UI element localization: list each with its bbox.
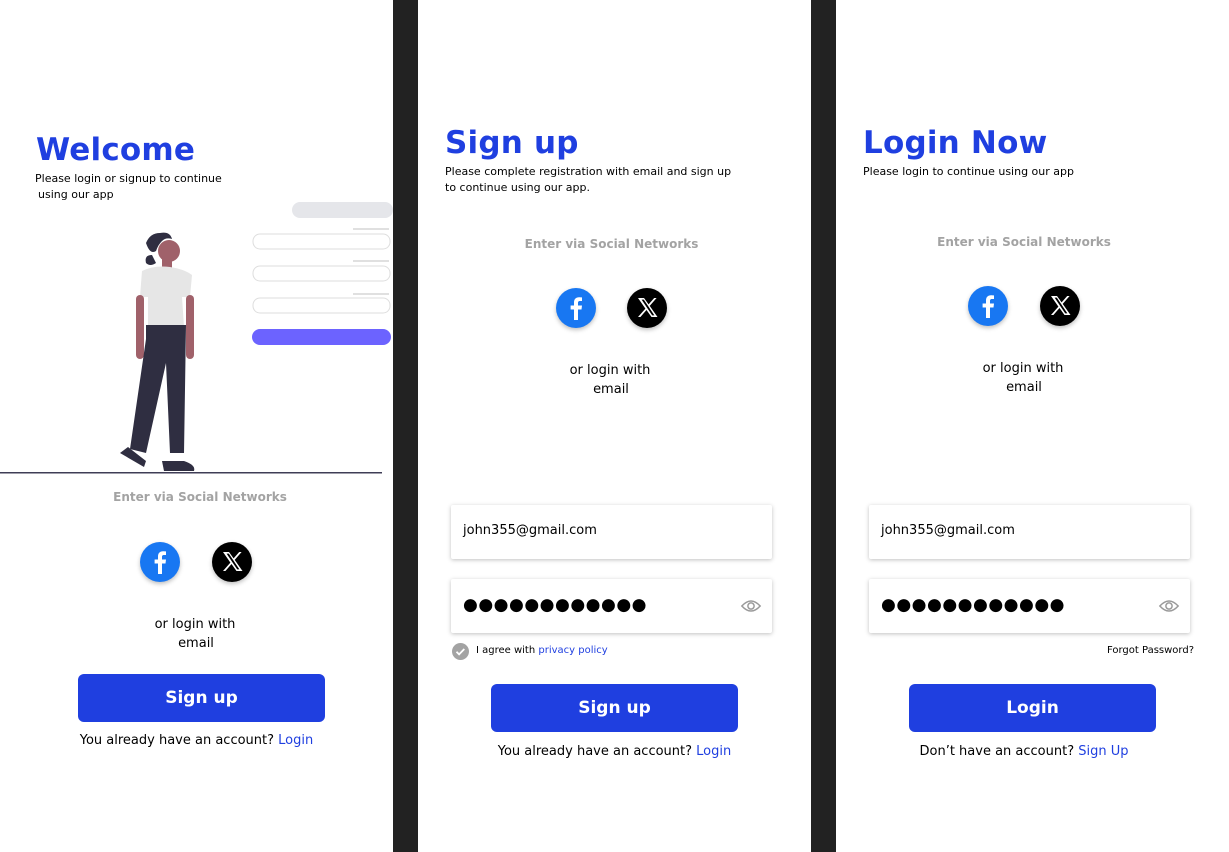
footer-text: Don’t have an account? (919, 744, 1075, 759)
email-field[interactable]: john355@gmail.com (451, 505, 772, 559)
x-login-button[interactable] (627, 288, 667, 328)
login-illustration (0, 202, 393, 474)
password-value: ●●●●●●●●●●●● (881, 595, 1066, 615)
welcome-footer: You already have an account? Login (0, 733, 393, 748)
or-login-with-text: or login with email (560, 361, 660, 399)
welcome-screen: Welcome Please login or signup to contin… (0, 0, 393, 852)
or-login-with-text: or login with email (973, 359, 1073, 397)
login-subtitle: Please login to continue using our app (863, 165, 1074, 178)
facebook-login-button[interactable] (556, 288, 596, 328)
signup-footer: You already have an account? Login (418, 744, 811, 759)
or-line-1: or login with (569, 363, 651, 378)
social-networks-heading: Enter via Social Networks (524, 237, 699, 251)
agree-text: I agree with (476, 645, 536, 656)
footer-text: You already have an account? (497, 744, 693, 759)
facebook-login-button[interactable] (140, 542, 180, 582)
login-link[interactable]: Login (278, 733, 313, 748)
email-value: john355@gmail.com (463, 523, 597, 538)
login-screen: Login Now Please login to continue using… (836, 0, 1229, 852)
x-icon (638, 298, 658, 317)
social-networks-heading: Enter via Social Networks (937, 235, 1111, 249)
footer-text: You already have an account? (79, 733, 275, 748)
check-icon (455, 648, 465, 656)
signup-link[interactable]: Sign Up (1078, 744, 1128, 759)
x-login-button[interactable] (1040, 286, 1080, 326)
password-field[interactable]: ●●●●●●●●●●●● (869, 579, 1190, 633)
x-login-button[interactable] (212, 542, 252, 582)
social-networks-heading: Enter via Social Networks (113, 490, 287, 504)
or-line-2: email (1006, 380, 1042, 395)
password-field[interactable]: ●●●●●●●●●●●● (451, 579, 772, 633)
login-title: Login Now (863, 125, 1048, 161)
or-login-with-text: or login with email (145, 615, 245, 653)
welcome-title: Welcome (36, 132, 196, 168)
x-icon (223, 552, 243, 571)
login-link[interactable]: Login (696, 744, 731, 759)
or-line-2: email (178, 636, 214, 651)
welcome-subtitle-line1: Please login or signup to continue (35, 172, 222, 185)
signup-title: Sign up (445, 125, 579, 161)
signup-button[interactable]: Sign up (78, 674, 325, 722)
facebook-icon (154, 551, 166, 574)
facebook-icon (570, 297, 582, 320)
login-button[interactable]: Login (909, 684, 1156, 732)
agree-text-row: I agree with privacy policy (476, 645, 608, 656)
or-line-2: email (593, 382, 629, 397)
privacy-policy-link[interactable]: privacy policy (538, 645, 607, 656)
eye-icon[interactable] (740, 595, 762, 617)
facebook-icon (982, 295, 994, 318)
facebook-login-button[interactable] (968, 286, 1008, 326)
forgot-password-link[interactable]: Forgot Password? (1107, 645, 1194, 656)
or-line-1: or login with (154, 617, 236, 632)
or-line-1: or login with (982, 361, 1064, 376)
agree-checkbox[interactable] (452, 643, 469, 660)
login-footer: Don’t have an account? Sign Up (836, 744, 1212, 759)
signup-subtitle-line1: Please complete registration with email … (445, 165, 732, 178)
x-icon (1051, 296, 1071, 315)
signup-button[interactable]: Sign up (491, 684, 738, 732)
email-field[interactable]: john355@gmail.com (869, 505, 1190, 559)
email-value: john355@gmail.com (881, 523, 1015, 538)
signup-subtitle-line2: to continue using our app. (445, 181, 590, 194)
password-value: ●●●●●●●●●●●● (463, 595, 648, 615)
signup-screen: Sign up Please complete registration wit… (418, 0, 811, 852)
eye-icon[interactable] (1158, 595, 1180, 617)
